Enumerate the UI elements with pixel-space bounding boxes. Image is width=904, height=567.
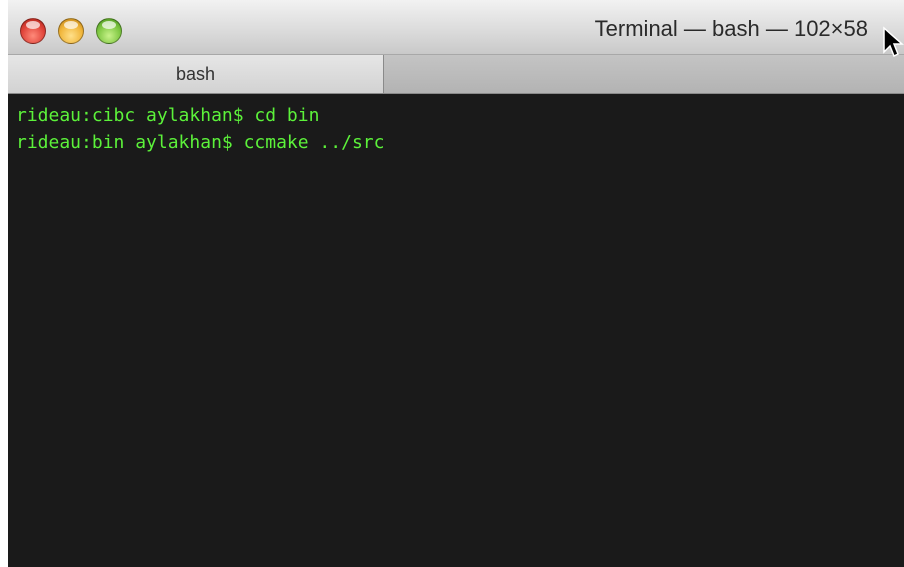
minimize-icon[interactable] [58,18,84,44]
tab-bar: bash [8,55,904,94]
terminal-line: rideau:bin aylakhan$ ccmake ../src [16,132,385,153]
tab-bash[interactable]: bash [8,55,384,93]
terminal-output[interactable]: rideau:cibc aylakhan$ cd bin rideau:bin … [8,94,904,567]
zoom-icon[interactable] [96,18,122,44]
title-bar[interactable]: Terminal — bash — 102×58 [8,0,904,55]
mouse-pointer-icon [883,26,904,58]
window-title: Terminal — bash — 102×58 [594,16,868,41]
terminal-line: rideau:cibc aylakhan$ cd bin [16,105,320,126]
close-icon[interactable] [20,18,46,44]
terminal-window: Terminal — bash — 102×58 bash rideau:cib… [8,0,904,567]
